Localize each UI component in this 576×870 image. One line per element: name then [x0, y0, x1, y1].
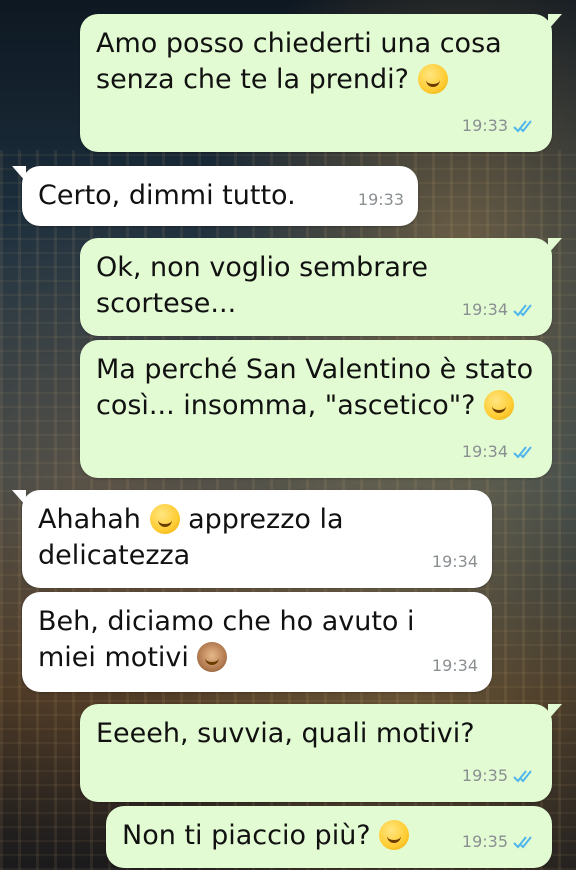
message-meta: 19:35	[462, 824, 538, 860]
grinning-sweat-face-icon	[484, 390, 515, 420]
message-meta: 19:35	[462, 758, 538, 794]
double-check-read-icon	[513, 304, 532, 317]
message-text: Beh, diciamo che ho avuto i miei motivi	[38, 606, 424, 673]
message-meta: 19:34	[432, 544, 478, 580]
message-text: Ma perché San Valentino è stato così... …	[96, 354, 542, 421]
message-text: Eeeeh, suvvia, quali motivi?	[96, 718, 475, 749]
double-check-read-icon	[513, 120, 532, 133]
double-check-read-icon	[513, 770, 532, 783]
see-no-evil-monkey-icon	[197, 642, 228, 672]
message-outgoing[interactable]: Ma perché San Valentino è stato così... …	[80, 340, 552, 478]
message-incoming[interactable]: Certo, dimmi tutto. 19:33	[12, 166, 418, 226]
message-meta: 19:34	[462, 292, 538, 328]
message-outgoing[interactable]: Amo posso chiederti una cosa senza che t…	[80, 14, 562, 152]
thinking-face-icon	[417, 64, 448, 94]
winking-tongue-face-icon	[379, 820, 410, 850]
message-meta: 19:34	[432, 648, 478, 684]
message-time: 19:35	[461, 766, 508, 785]
message-time: 19:34	[461, 300, 508, 319]
message-time: 19:34	[431, 552, 478, 571]
double-check-read-icon	[513, 446, 532, 459]
message-time: 19:34	[461, 442, 508, 461]
message-meta: 19:33	[462, 108, 538, 144]
message-time: 19:33	[461, 116, 508, 135]
message-outgoing[interactable]: Eeeeh, suvvia, quali motivi? 19:35	[80, 704, 562, 802]
message-meta: 19:34	[462, 434, 538, 470]
message-time: 19:33	[357, 190, 404, 209]
message-text: Ahahah apprezzo la delicatezza	[38, 504, 353, 571]
double-check-read-icon	[513, 836, 532, 849]
message-time: 19:35	[461, 832, 508, 851]
rolling-laughing-face-icon	[149, 504, 180, 534]
message-outgoing[interactable]: Ok, non voglio sembrare scortese... 19:3…	[80, 238, 562, 336]
message-incoming[interactable]: Ahahah apprezzo la delicatezza 19:34	[12, 490, 492, 588]
message-text: Certo, dimmi tutto.	[38, 180, 296, 211]
message-incoming[interactable]: Beh, diciamo che ho avuto i miei motivi …	[22, 592, 492, 692]
message-meta: 19:33	[358, 182, 404, 218]
message-outgoing[interactable]: Non ti piaccio più? 19:35	[106, 806, 552, 868]
message-time: 19:34	[431, 656, 478, 675]
message-text: Amo posso chiederti una cosa senza che t…	[96, 28, 511, 95]
